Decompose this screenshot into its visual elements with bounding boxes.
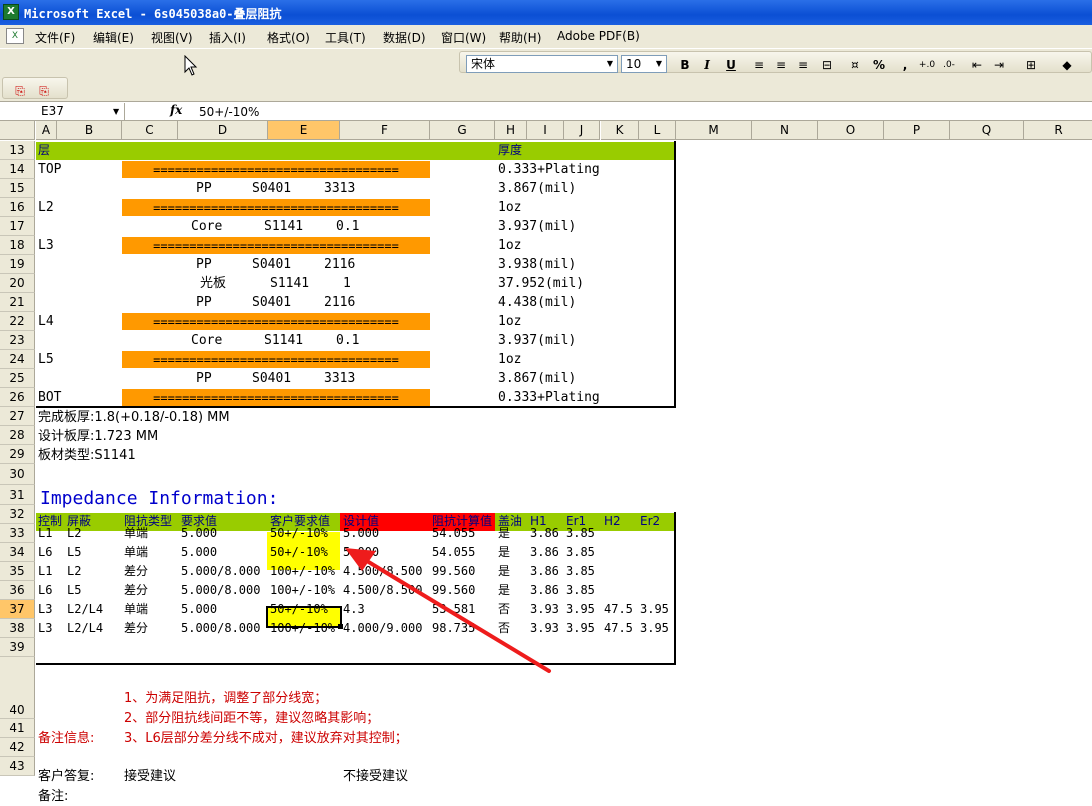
formatting-toolbar: 宋体 ▼ 10 ▼ B I U ≡ ≡ ≡ ⊟ ¤ % , +.0 .0- ⇤ … [0,49,1092,75]
menu-data[interactable]: 数据(D) [383,29,426,46]
font-name-value: 宋体 [471,57,496,71]
doc-icon[interactable]: X [6,28,24,44]
menu-insert[interactable]: 插入(I) [209,29,246,46]
name-box-value: E37 [41,104,64,118]
decrease-indent-icon[interactable]: ⇤ [968,57,986,73]
menu-bar: X 文件(F) 编辑(E) 视图(V) 插入(I) 格式(O) 工具(T) 数据… [0,25,1092,49]
comma-button[interactable]: , [896,57,914,73]
menu-file[interactable]: 文件(F) [35,29,75,46]
formula-input[interactable]: 50+/-10% [199,104,259,120]
function-icon[interactable]: fx [170,103,182,117]
arrow-shaft [360,556,551,673]
menu-window[interactable]: 窗口(W) [441,29,486,46]
chevron-down-icon[interactable]: ▼ [113,103,119,120]
font-size-value: 10 [626,57,642,71]
pdf-toolbar: ⎘ ⎘ [0,75,1092,101]
menu-adobe-pdf[interactable]: Adobe PDF(B) [557,29,640,43]
name-box[interactable]: E37 ▼ [1,103,125,120]
currency-icon[interactable]: ¤ [846,57,864,73]
align-center-icon[interactable]: ≡ [772,57,790,73]
increase-indent-icon[interactable]: ⇥ [990,57,1008,73]
chevron-down-icon[interactable]: ▼ [653,57,665,71]
mouse-cursor-icon [184,55,198,76]
italic-button[interactable]: I [698,57,716,73]
menu-format[interactable]: 格式(O) [267,29,310,46]
font-size-select[interactable]: 10 ▼ [621,55,667,73]
worksheet-grid[interactable]: ABCDEFGHIJKLMNOPQR 13 14 15 16 17 18 19 20 21 22 2… [0,55,1092,806]
menu-tools[interactable]: 工具(T) [325,29,366,46]
percent-button[interactable]: % [870,57,888,73]
formatting-toolbar-box: 宋体 ▼ 10 ▼ B I U ≡ ≡ ≡ ⊟ ¤ % , +.0 .0- ⇤ … [459,51,1092,73]
window-title: Microsoft Excel - 6s045038a0-叠层阻抗 [24,7,282,21]
menu-view[interactable]: 视图(V) [151,29,193,46]
pdf-toolbar-box: ⎘ ⎘ [2,77,68,99]
bold-button[interactable]: B [676,57,694,73]
align-right-icon[interactable]: ≡ [794,57,812,73]
excel-icon[interactable]: X [3,4,19,20]
chevron-down-icon[interactable]: ▼ [604,57,616,71]
red-arrow-annotation [345,548,551,673]
underline-button[interactable]: U [722,57,740,73]
menu-edit[interactable]: 编辑(E) [93,29,134,46]
decrease-decimal-icon[interactable]: .0- [940,57,958,73]
pdf-email-icon[interactable]: ⎘ [35,83,53,99]
fill-color-icon[interactable]: ◆ [1058,57,1076,73]
font-name-select[interactable]: 宋体 ▼ [466,55,618,73]
arrow-head [345,548,376,571]
title-bar: X Microsoft Excel - 6s045038a0-叠层阻抗 [0,0,1092,25]
pdf-convert-icon[interactable]: ⎘ [11,83,29,99]
menu-help[interactable]: 帮助(H) [499,29,541,46]
align-left-icon[interactable]: ≡ [750,57,768,73]
formula-bar: E37 ▼ fx 50+/-10% [0,101,1092,121]
increase-decimal-icon[interactable]: +.0 [918,57,936,73]
borders-icon[interactable]: ⊞ [1022,57,1040,73]
merge-center-icon[interactable]: ⊟ [818,57,836,73]
